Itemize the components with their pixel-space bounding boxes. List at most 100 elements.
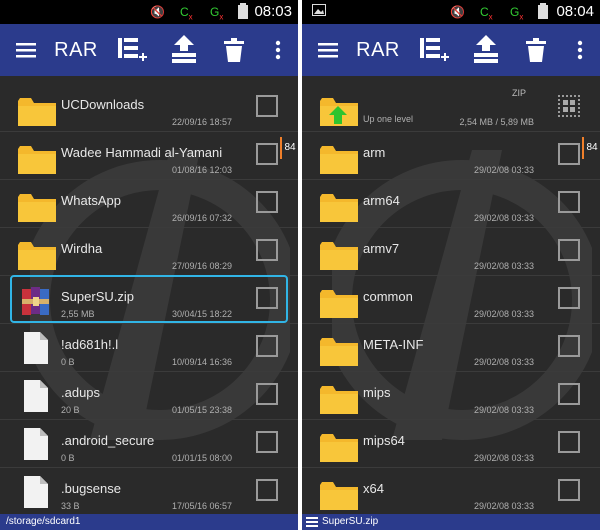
- archive-type-tag: ZIP: [512, 88, 527, 98]
- file-name: x64: [363, 481, 384, 496]
- status-bar: 🔇 Cx Gx 08:04: [302, 0, 600, 24]
- file-date: 29/02/08 03:33: [473, 453, 534, 463]
- trash-icon: [526, 38, 546, 62]
- current-path: /storage/sdcard1: [6, 516, 81, 527]
- list-item[interactable]: Wadee Hammadi al-Yamani 01/08/16 12:03: [0, 132, 298, 180]
- select-checkbox[interactable]: [558, 287, 580, 309]
- select-checkbox[interactable]: [256, 287, 278, 309]
- list-item[interactable]: armv7 29/02/08 03:33: [302, 228, 600, 276]
- file-name: WhatsApp: [61, 193, 121, 208]
- hamburger-icon: [16, 43, 36, 58]
- select-checkbox[interactable]: [256, 239, 278, 261]
- file-name: !ad681h!.l: [61, 337, 119, 352]
- file-date: 01/01/15 08:00: [171, 453, 232, 463]
- folder-icon: [18, 242, 56, 270]
- file-name: Wirdha: [61, 241, 103, 256]
- delete-button[interactable]: [216, 24, 252, 76]
- path-bar: SuperSU.zip: [302, 514, 600, 530]
- mute-icon: 🔇: [150, 5, 165, 19]
- count-badge: 84: [582, 137, 600, 159]
- clock: 08:03: [254, 3, 292, 20]
- file-date: 26/09/16 07:32: [171, 213, 232, 223]
- overflow-menu-button[interactable]: [264, 24, 292, 76]
- list-item[interactable]: common 29/02/08 03:33: [302, 276, 600, 324]
- count-badge: 84: [280, 137, 298, 159]
- list-item[interactable]: .adups 20 B 01/05/15 23:38: [0, 372, 298, 420]
- list-item[interactable]: UCDownloads 22/09/16 18:57: [0, 84, 298, 132]
- app-title: RAR: [356, 38, 400, 61]
- app-bar: RAR: [302, 24, 600, 76]
- list-item[interactable]: .bugsense 33 B 17/05/16 06:57: [0, 468, 298, 516]
- select-checkbox[interactable]: [256, 431, 278, 453]
- file-date: 01/08/16 12:03: [171, 165, 232, 175]
- file-name: META-INF: [363, 337, 424, 352]
- select-checkbox[interactable]: [558, 335, 580, 357]
- list-item[interactable]: !ad681h!.l 0 B 10/09/14 16:36: [0, 324, 298, 372]
- image-notification-icon: [312, 4, 326, 19]
- extract-icon: [172, 35, 196, 63]
- extract-button[interactable]: [466, 24, 506, 76]
- file-size: 20 B: [61, 405, 80, 415]
- up-one-level-item[interactable]: ZIP Up one level 2,54 MB / 5,89 MB: [302, 84, 600, 132]
- file-name: UCDownloads: [61, 97, 145, 112]
- list-item[interactable]: x64 29/02/08 03:33: [302, 468, 600, 516]
- select-checkbox[interactable]: [256, 95, 278, 117]
- select-all-button[interactable]: [558, 95, 580, 117]
- status-bar: 🔇 Cx Gx 08:03: [0, 0, 298, 24]
- select-checkbox[interactable]: [256, 191, 278, 213]
- file-date: 01/05/15 23:38: [171, 405, 232, 415]
- file-date: 17/05/16 06:57: [171, 501, 232, 511]
- clock: 08:04: [556, 3, 594, 20]
- file-name: arm64: [363, 193, 400, 208]
- folder-icon: [18, 146, 56, 174]
- folder-icon: [320, 386, 358, 414]
- file-size: 0 B: [61, 453, 75, 463]
- list-item[interactable]: mips64 29/02/08 03:33: [302, 420, 600, 468]
- rar-archive-icon: [22, 287, 49, 315]
- menu-button[interactable]: [8, 24, 44, 76]
- list-item[interactable]: arm 29/02/08 03:33: [302, 132, 600, 180]
- select-checkbox[interactable]: [558, 479, 580, 501]
- archive-icon: [306, 517, 318, 527]
- select-checkbox[interactable]: [256, 383, 278, 405]
- file-name: .android_secure: [61, 433, 155, 448]
- select-checkbox[interactable]: [256, 143, 278, 165]
- battery-icon: [538, 3, 548, 22]
- file-date: 10/09/14 16:36: [171, 357, 232, 367]
- file-icon: [24, 380, 48, 412]
- delete-button[interactable]: [518, 24, 554, 76]
- select-checkbox[interactable]: [558, 431, 580, 453]
- list-item-selected[interactable]: SuperSU.zip 2,55 MB 30/04/15 18:22: [0, 275, 298, 324]
- select-checkbox[interactable]: [558, 191, 580, 213]
- sim1-signal-icon: Cx: [180, 5, 193, 22]
- folder-up-icon: [320, 98, 358, 126]
- add-archive-icon: [420, 38, 449, 61]
- folder-icon: [18, 194, 56, 222]
- list-item[interactable]: .android_secure 0 B 01/01/15 08:00: [0, 420, 298, 468]
- file-date: 29/02/08 03:33: [473, 405, 534, 415]
- grid-icon: [563, 100, 575, 112]
- list-item[interactable]: WhatsApp 26/09/16 07:32: [0, 180, 298, 228]
- select-checkbox[interactable]: [256, 479, 278, 501]
- add-to-archive-button[interactable]: [112, 24, 152, 76]
- overflow-menu-button[interactable]: [566, 24, 594, 76]
- file-date: 29/02/08 03:33: [473, 261, 534, 271]
- file-icon: [24, 476, 48, 508]
- file-date: 29/02/08 03:33: [473, 213, 534, 223]
- list-item[interactable]: META-INF 29/02/08 03:33: [302, 324, 600, 372]
- file-date: 27/09/16 08:29: [171, 261, 232, 271]
- list-item[interactable]: arm64 29/02/08 03:33: [302, 180, 600, 228]
- select-checkbox[interactable]: [256, 335, 278, 357]
- select-checkbox[interactable]: [558, 143, 580, 165]
- extract-button[interactable]: [164, 24, 204, 76]
- folder-icon: [320, 194, 358, 222]
- list-item[interactable]: mips 29/02/08 03:33: [302, 372, 600, 420]
- menu-button[interactable]: [310, 24, 346, 76]
- select-checkbox[interactable]: [558, 383, 580, 405]
- file-name: common: [363, 289, 413, 304]
- file-date: 30/04/15 18:22: [171, 309, 232, 319]
- select-checkbox[interactable]: [558, 239, 580, 261]
- add-to-archive-button[interactable]: [414, 24, 454, 76]
- list-item[interactable]: Wirdha 27/09/16 08:29: [0, 228, 298, 276]
- more-vert-icon: [275, 40, 281, 60]
